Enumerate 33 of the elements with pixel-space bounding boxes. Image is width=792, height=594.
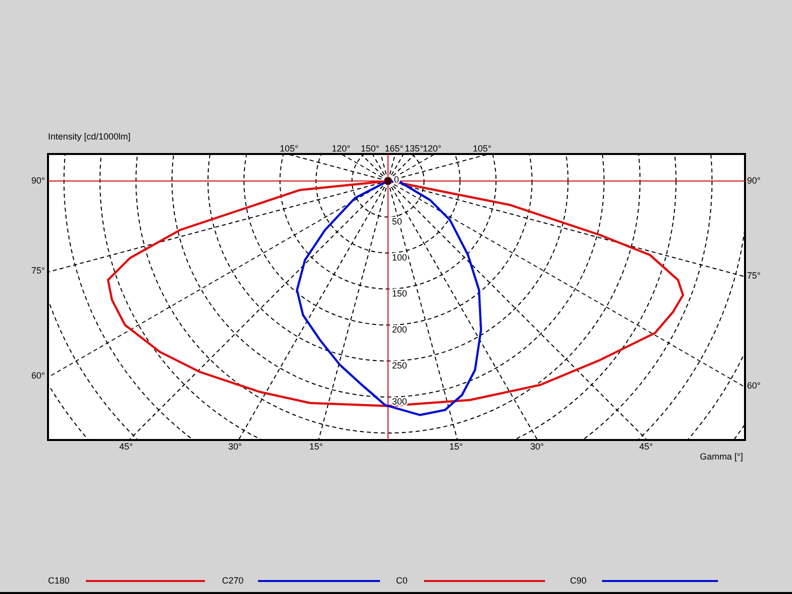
intensity-label: 0 [394, 174, 400, 184]
intensity-label: 50 [392, 216, 402, 226]
legend-label: C0 [396, 575, 408, 586]
angle-label: 60° [747, 380, 761, 390]
legend-label: C90 [570, 575, 587, 586]
angle-label: 15° [449, 441, 463, 452]
center-marker [385, 178, 391, 184]
intensity-label: 200 [392, 324, 408, 334]
angle-label: 90° [747, 175, 761, 186]
angle-label: 105° [472, 143, 492, 154]
angle-label: 45° [639, 441, 653, 452]
angle-label: 120° [332, 143, 350, 154]
angle-label: 150° [360, 143, 380, 154]
angle-label: 60° [31, 370, 45, 380]
intensity-label: 150 [392, 288, 408, 298]
angle-label: 45° [119, 441, 133, 452]
angle-label: 165° [384, 143, 404, 154]
angle-label: 135° [404, 143, 424, 154]
angle-label: 120° [422, 143, 442, 154]
angle-label: 105° [280, 143, 298, 154]
angle-label: 15° [309, 441, 323, 452]
legend-label: C270 [222, 575, 244, 586]
angle-label: 30° [530, 441, 544, 452]
legend-label: C180 [48, 575, 70, 586]
intensity-label: 100 [392, 252, 408, 262]
intensity-label: 300 [392, 396, 408, 406]
intensity-label: 250 [392, 360, 408, 370]
axis-title: Intensity [cd/1000lm] [48, 131, 131, 142]
angle-label: 75° [747, 270, 761, 280]
axis-title: Gamma [°] [700, 451, 743, 462]
angle-label: 90° [31, 175, 45, 186]
angle-label: 75° [31, 265, 45, 276]
angle-label: 30° [228, 441, 242, 452]
